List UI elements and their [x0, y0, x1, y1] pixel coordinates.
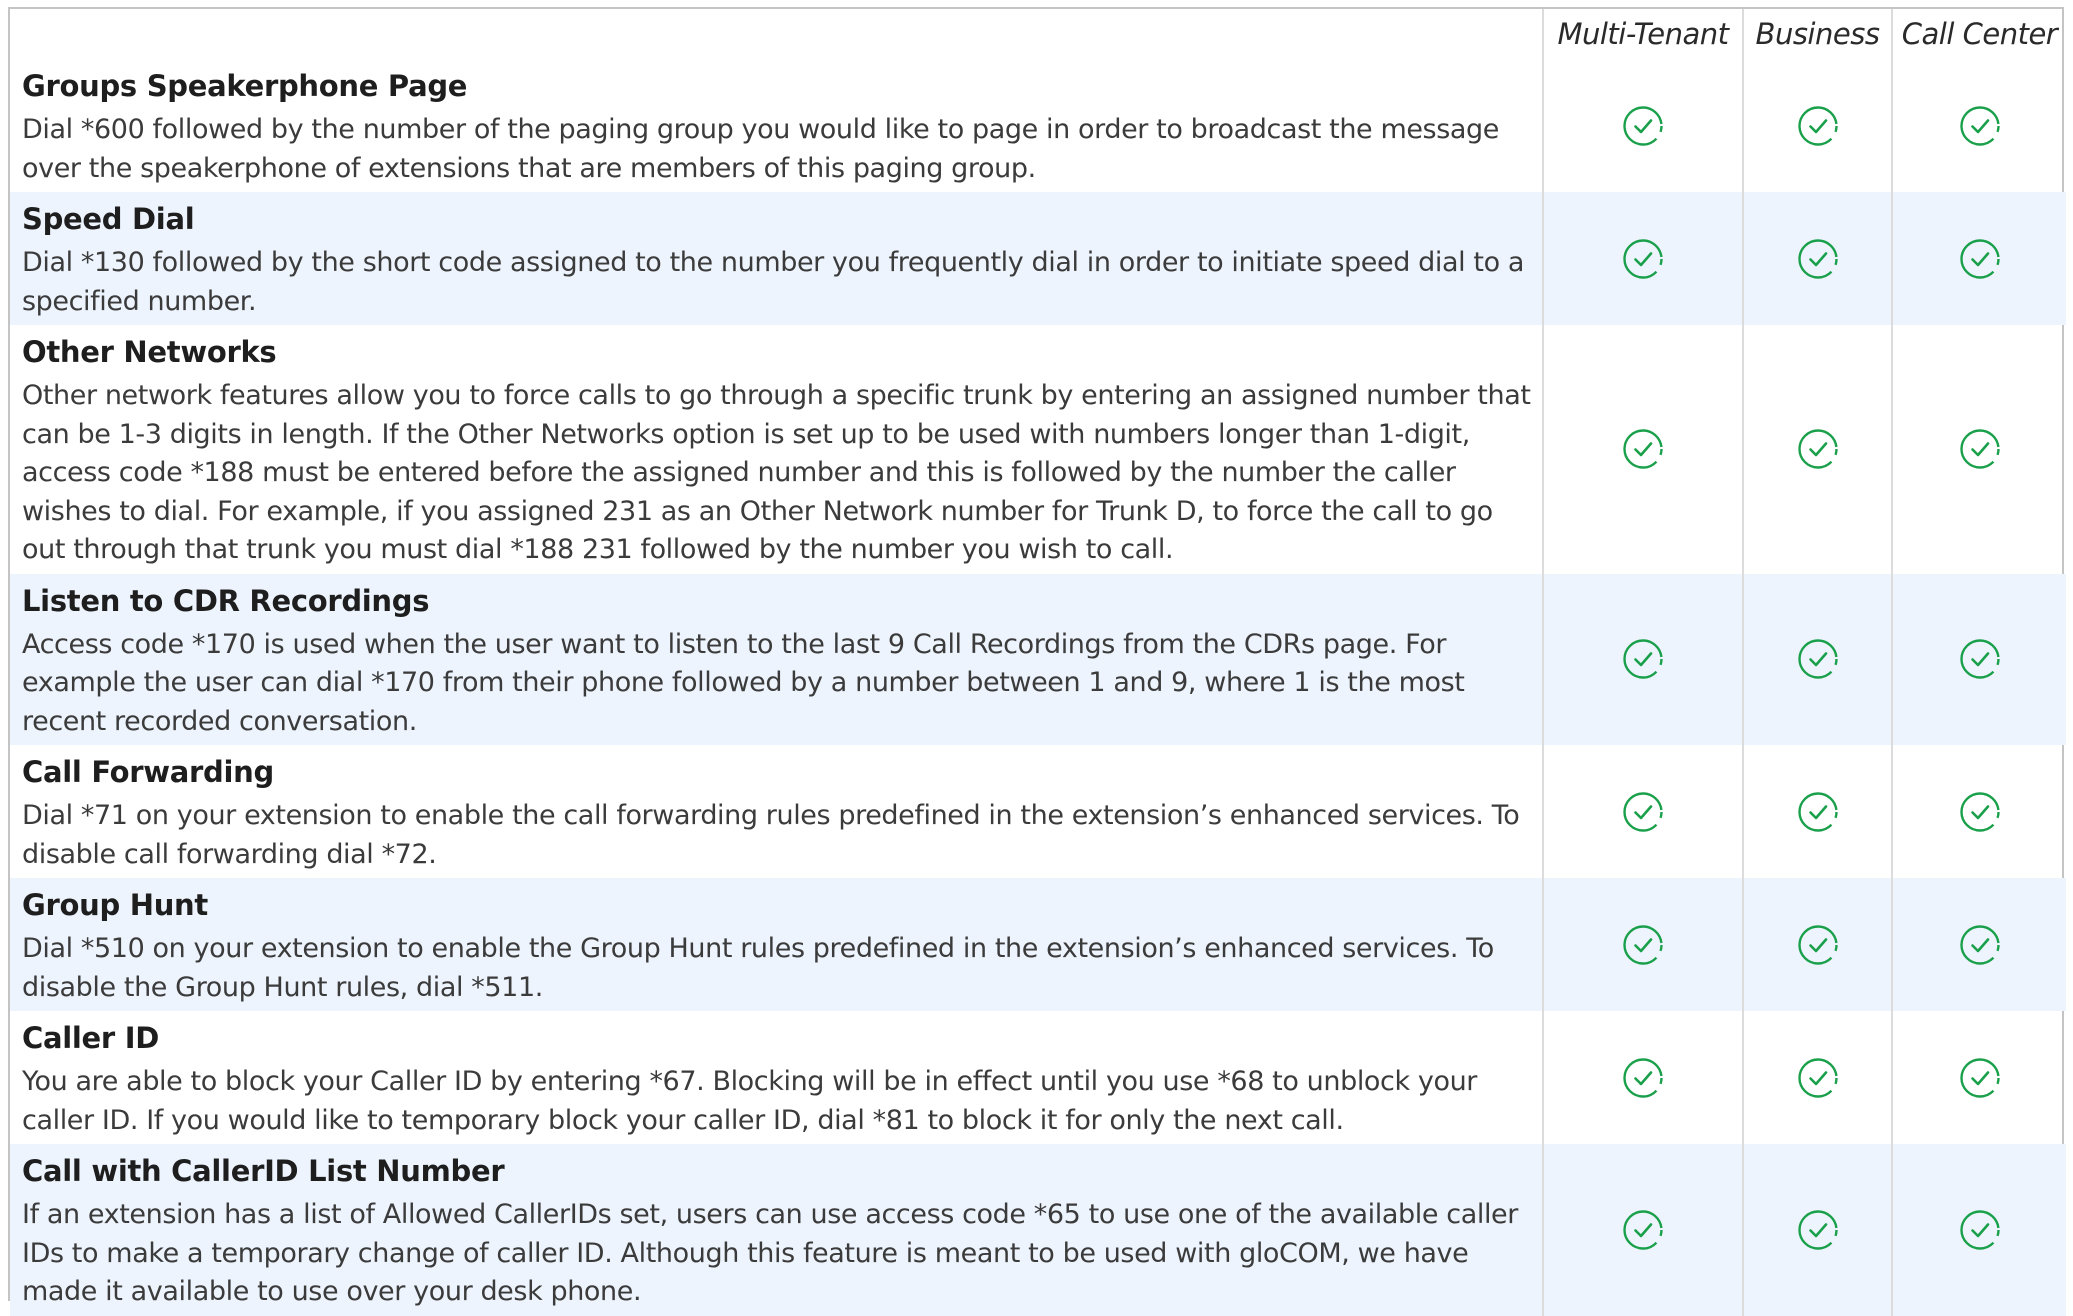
- call-center-availability: [1891, 59, 2066, 192]
- feature-title: Caller ID: [22, 1021, 159, 1055]
- table-row: Other Networks Other network features al…: [10, 325, 2066, 574]
- business-availability: [1742, 1011, 1892, 1144]
- multi-tenant-availability: [1542, 1144, 1743, 1316]
- check-circle-icon: [1959, 1057, 2001, 1099]
- check-circle-icon: [1622, 638, 1664, 680]
- feature-title: Call with CallerID List Number: [22, 1154, 505, 1188]
- check-circle-icon: [1797, 791, 1839, 833]
- multi-tenant-availability: [1542, 573, 1743, 745]
- feature-cell: Group Hunt Dial *510 on your extension t…: [10, 878, 1543, 1011]
- check-circle-icon: [1622, 791, 1664, 833]
- multi-tenant-availability: [1542, 325, 1743, 574]
- feature-title: Groups Speakerphone Page: [22, 69, 468, 103]
- table-row: Call with CallerID List Number If an ext…: [10, 1144, 2066, 1316]
- call-center-availability: [1891, 878, 2066, 1011]
- business-availability: [1742, 192, 1892, 325]
- call-center-availability: [1891, 192, 2066, 325]
- call-center-availability: [1891, 573, 2066, 745]
- check-circle-icon: [1959, 924, 2001, 966]
- feature-description: Dial *71 on your extension to enable the…: [22, 800, 1520, 870]
- column-header-call-center: Call Center: [1891, 9, 2066, 59]
- column-header-multi-tenant: Multi-Tenant: [1542, 9, 1743, 59]
- call-center-availability: [1891, 745, 2066, 878]
- feature-title: Call Forwarding: [22, 755, 274, 789]
- check-circle-icon: [1797, 1209, 1839, 1251]
- feature-cell: Caller ID You are able to block your Cal…: [10, 1011, 1543, 1144]
- multi-tenant-availability: [1542, 192, 1743, 325]
- check-circle-icon: [1959, 238, 2001, 280]
- business-availability: [1742, 878, 1892, 1011]
- feature-cell: Speed Dial Dial *130 followed by the sho…: [10, 192, 1543, 325]
- table-row: Call Forwarding Dial *71 on your extensi…: [10, 745, 2066, 878]
- table-row: Groups Speakerphone Page Dial *600 follo…: [10, 59, 2066, 192]
- check-circle-icon: [1622, 428, 1664, 470]
- business-availability: [1742, 59, 1892, 192]
- table-row: Group Hunt Dial *510 on your extension t…: [10, 878, 2066, 1011]
- multi-tenant-availability: [1542, 878, 1743, 1011]
- check-circle-icon: [1797, 238, 1839, 280]
- check-circle-icon: [1959, 638, 2001, 680]
- table-header-row: Multi-Tenant Business Call Center: [10, 9, 2066, 59]
- business-availability: [1742, 325, 1892, 574]
- call-center-availability: [1891, 325, 2066, 574]
- feature-title: Group Hunt: [22, 888, 208, 922]
- check-circle-icon: [1797, 1057, 1839, 1099]
- multi-tenant-availability: [1542, 59, 1743, 192]
- feature-cell: Call Forwarding Dial *71 on your extensi…: [10, 745, 1543, 878]
- multi-tenant-availability: [1542, 1011, 1743, 1144]
- feature-cell: Listen to CDR Recordings Access code *17…: [10, 573, 1543, 745]
- check-circle-icon: [1622, 1057, 1664, 1099]
- feature-cell: Groups Speakerphone Page Dial *600 follo…: [10, 59, 1543, 192]
- feature-cell: Call with CallerID List Number If an ext…: [10, 1144, 1543, 1316]
- table-row: Speed Dial Dial *130 followed by the sho…: [10, 192, 2066, 325]
- check-circle-icon: [1797, 428, 1839, 470]
- check-circle-icon: [1622, 105, 1664, 147]
- business-availability: [1742, 573, 1892, 745]
- check-circle-icon: [1959, 791, 2001, 833]
- feature-description: Access code *170 is used when the user w…: [22, 628, 1465, 737]
- call-center-availability: [1891, 1011, 2066, 1144]
- multi-tenant-availability: [1542, 745, 1743, 878]
- feature-description: Dial *510 on your extension to enable th…: [22, 933, 1494, 1003]
- table-row: Listen to CDR Recordings Access code *17…: [10, 573, 2066, 745]
- feature-description: Other network features allow you to forc…: [22, 380, 1531, 565]
- check-circle-icon: [1959, 1209, 2001, 1251]
- feature-description: If an extension has a list of Allowed Ca…: [22, 1199, 1518, 1307]
- feature-title: Speed Dial: [22, 202, 195, 236]
- feature-title: Other Networks: [22, 335, 277, 369]
- check-circle-icon: [1797, 924, 1839, 966]
- check-circle-icon: [1797, 638, 1839, 680]
- check-circle-icon: [1959, 105, 2001, 147]
- table-row: Caller ID You are able to block your Cal…: [10, 1011, 2066, 1144]
- check-circle-icon: [1959, 428, 2001, 470]
- call-center-availability: [1891, 1144, 2066, 1316]
- check-circle-icon: [1622, 924, 1664, 966]
- feature-description: Dial *600 followed by the number of the …: [22, 114, 1499, 184]
- business-availability: [1742, 745, 1892, 878]
- feature-column-header: [10, 9, 1543, 59]
- column-header-business: Business: [1742, 9, 1892, 59]
- check-circle-icon: [1797, 105, 1839, 147]
- feature-description: You are able to block your Caller ID by …: [22, 1066, 1478, 1136]
- business-availability: [1742, 1144, 1892, 1316]
- feature-comparison-table: Multi-Tenant Business Call Center Groups…: [10, 9, 2066, 1316]
- feature-table-container: Multi-Tenant Business Call Center Groups…: [8, 7, 2066, 1316]
- feature-cell: Other Networks Other network features al…: [10, 325, 1543, 574]
- feature-title: Listen to CDR Recordings: [22, 583, 430, 618]
- check-circle-icon: [1622, 238, 1664, 280]
- feature-description: Dial *130 followed by the short code ass…: [22, 247, 1525, 317]
- check-circle-icon: [1622, 1209, 1664, 1251]
